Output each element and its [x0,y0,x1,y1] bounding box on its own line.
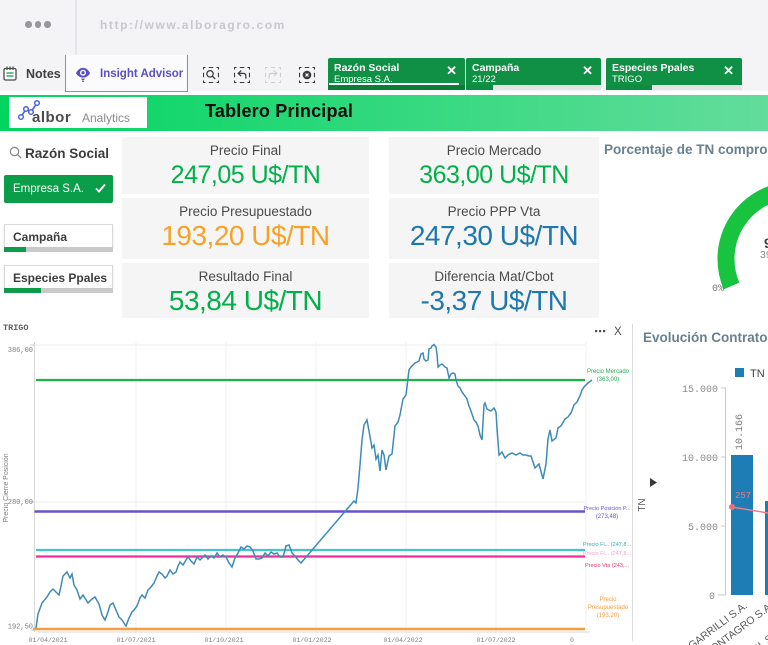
svg-text:Precio Fi... (247,8...: Precio Fi... (247,8... [583,542,631,548]
svg-text:Precio Fi... (247,8...: Precio Fi... (247,8... [583,551,631,557]
svg-text:5.000: 5.000 [688,523,718,534]
svg-text:(193,20): (193,20) [597,613,619,619]
svg-text:01/10/2021: 01/10/2021 [204,637,243,644]
svg-text:15.000: 15.000 [682,385,718,396]
svg-text:280,00: 280,00 [8,499,33,507]
svg-text:Precio: Precio [599,597,617,603]
svg-text:Presupuestado: Presupuestado [588,605,629,611]
svg-text:0: 0 [709,592,715,603]
svg-text:(363,00): (363,00) [597,377,619,383]
svg-text:01/04/2021: 01/04/2021 [28,637,67,644]
svg-text:(273,48): (273,48) [596,514,618,520]
svg-text:Precio Mercado: Precio Mercado [587,369,630,375]
svg-text:01/07/2021: 01/07/2021 [116,637,155,644]
svg-text:Precio Posición P...: Precio Posición P... [584,506,631,512]
svg-text:Precio Cierre Posición: Precio Cierre Posición [3,453,10,522]
svg-text:Precio Vta (243,...: Precio Vta (243,... [585,563,629,569]
svg-text:01/01/2022: 01/01/2022 [292,637,331,644]
svg-text:0: 0 [570,637,574,644]
svg-text:10.166: 10.166 [735,414,746,450]
svg-text:01/07/2022: 01/07/2022 [476,637,515,644]
svg-text:TN: TN [637,498,648,511]
svg-text:TN: TN [750,368,765,380]
svg-text:192,50: 192,50 [8,624,33,632]
svg-text:01/04/2022: 01/04/2022 [383,637,422,644]
svg-text:257: 257 [735,491,751,501]
svg-text:386,00: 386,00 [8,347,33,355]
svg-text:10.000: 10.000 [682,454,718,465]
